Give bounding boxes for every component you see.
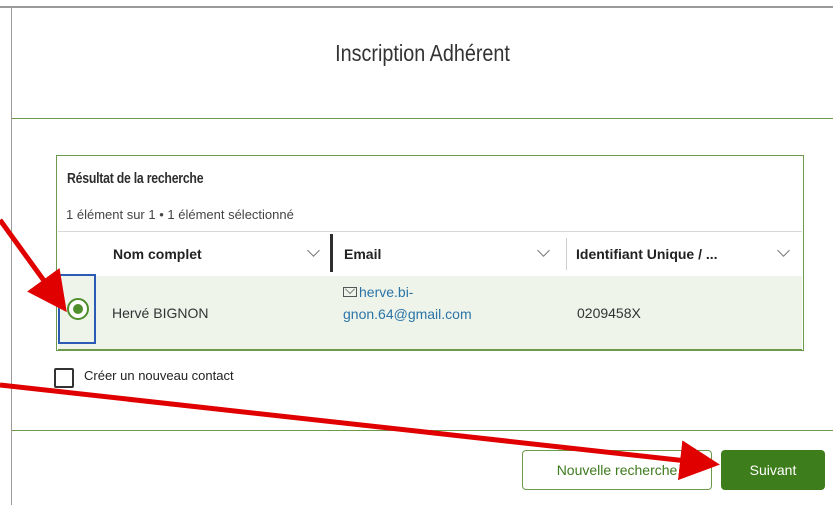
new-search-button[interactable]: Nouvelle recherche: [522, 450, 712, 490]
red-arrow-to-radio: [0, 218, 67, 313]
column-header-identifiant[interactable]: Identifiant Unique / ...: [576, 232, 798, 276]
column-header-nom-complet[interactable]: Nom complet: [113, 232, 328, 276]
create-contact-checkbox[interactable]: [54, 368, 74, 388]
create-contact-label[interactable]: Créer un nouveau contact: [84, 368, 234, 383]
search-results-card: Résultat de la recherche 1 élément sur 1…: [56, 155, 804, 351]
envelope-icon: [343, 287, 357, 297]
row-name: Hervé BIGNON: [112, 305, 209, 321]
top-bar: [0, 0, 833, 10]
footer-divider: [12, 430, 833, 431]
header-divider: [12, 118, 833, 119]
table-header: Nom complet Email Identifiant Unique / .…: [58, 231, 802, 277]
chevron-down-icon[interactable]: [537, 244, 550, 257]
modal-title: Inscription Adhérent: [335, 40, 510, 66]
top-divider: [0, 6, 833, 8]
column-header-label: Email: [344, 246, 382, 262]
row-identifier: 0209458X: [577, 305, 641, 321]
row-radio-selected[interactable]: [67, 298, 89, 320]
row-email-line1[interactable]: herve.bi-: [359, 284, 413, 300]
chevron-down-icon[interactable]: [777, 244, 790, 257]
row-email-line2[interactable]: gnon.64@gmail.com: [343, 306, 472, 322]
row-select-cell[interactable]: [58, 274, 96, 344]
column-header-label: Nom complet: [113, 246, 202, 262]
results-count: 1 élément sur 1 • 1 élément sélectionné: [66, 207, 294, 222]
column-header-email[interactable]: Email: [344, 232, 558, 276]
column-divider: [566, 238, 567, 270]
table-row[interactable]: Hervé BIGNON herve.bi- gnon.64@gmail.com…: [58, 274, 802, 351]
results-title: Résultat de la recherche: [67, 170, 204, 187]
chevron-down-icon[interactable]: [307, 244, 320, 257]
row-email-link[interactable]: herve.bi- gnon.64@gmail.com: [343, 281, 472, 325]
next-button[interactable]: Suivant: [721, 450, 825, 490]
column-header-label: Identifiant Unique / ...: [576, 246, 718, 262]
column-resizer[interactable]: [330, 234, 333, 272]
